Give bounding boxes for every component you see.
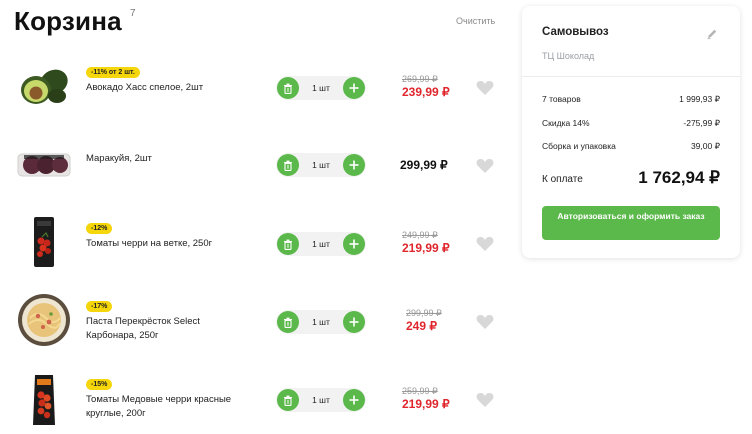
item-name[interactable]: Авокадо Хасс спелое, 2шт (86, 81, 246, 95)
cart-item: -12% Томаты черри на ветке, 250г 1 шт 24… (14, 208, 504, 278)
favorite-button[interactable] (476, 392, 494, 408)
heart-icon (476, 80, 494, 95)
plus-icon (349, 395, 359, 405)
heart-icon (476, 314, 494, 329)
divider (522, 76, 740, 77)
discount-badge: -11% от 2 шт. (86, 67, 140, 78)
item-name[interactable]: Маракуйя, 2шт (86, 152, 246, 166)
add-button[interactable] (343, 233, 365, 255)
total-label: К оплате (542, 174, 583, 185)
cart-item: -11% от 2 шт. Авокадо Хасс спелое, 2шт 1… (14, 52, 504, 122)
page-title: Корзина (14, 6, 122, 36)
favorite-button[interactable] (476, 236, 494, 252)
quantity-stepper: 1 шт (276, 232, 366, 256)
passion-fruit-image (16, 137, 72, 193)
quantity-value: 1 шт (312, 160, 330, 170)
avocado-image (16, 58, 72, 114)
pickup-store: ТЦ Шоколад (542, 51, 595, 61)
trash-icon (284, 239, 292, 250)
quantity-value: 1 шт (312, 239, 330, 249)
delivery-method-title: Самовывоз (542, 26, 609, 38)
checkout-button[interactable]: Авторизоваться и оформить заказ (542, 206, 720, 240)
summary-row-value: 1 999,93 ₽ (679, 94, 720, 104)
trash-icon (284, 83, 292, 94)
discount-badge: -17% (86, 301, 113, 312)
item-name[interactable]: Паста Перекрёсток Select Карбонара, 250г (86, 315, 246, 343)
favorite-button[interactable] (476, 80, 494, 96)
remove-button[interactable] (277, 311, 299, 333)
old-price: 259,99 ₽ (402, 386, 438, 396)
price: 299,99 ₽ (400, 158, 448, 172)
trash-icon (284, 395, 292, 406)
total-amount: 1 762,94 ₽ (638, 168, 720, 187)
remove-button[interactable] (277, 154, 299, 176)
remove-button[interactable] (277, 77, 299, 99)
discount-badge: -12% (86, 223, 113, 234)
summary-row-value: 39,00 ₽ (690, 141, 720, 151)
cart-header: Корзина 7 (14, 6, 136, 42)
plus-icon (349, 160, 359, 170)
quantity-stepper: 1 шт (276, 76, 366, 100)
remove-button[interactable] (277, 233, 299, 255)
item-name[interactable]: Томаты черри на ветке, 250г (86, 237, 246, 251)
trash-icon (284, 317, 292, 328)
pencil-icon (707, 29, 717, 40)
edit-delivery-button[interactable] (706, 27, 718, 40)
quantity-value: 1 шт (312, 395, 330, 405)
quantity-value: 1 шт (312, 317, 330, 327)
plus-icon (349, 317, 359, 327)
cherry-tomatoes-pack-image (16, 214, 72, 270)
favorite-button[interactable] (476, 314, 494, 330)
sale-price: 249 ₽ (406, 319, 437, 333)
sale-price: 219,99 ₽ (402, 241, 450, 255)
quantity-stepper: 1 шт (276, 388, 366, 412)
trash-icon (284, 160, 292, 171)
old-price: 299,99 ₽ (406, 308, 442, 318)
remove-button[interactable] (277, 389, 299, 411)
item-name[interactable]: Томаты Медовые черри красные круглые, 20… (86, 393, 246, 421)
summary-row-label: Скидка 14% (542, 118, 590, 128)
quantity-value: 1 шт (312, 83, 330, 93)
discount-badge: -15% (86, 379, 113, 390)
clear-cart-link[interactable]: Очистить (456, 16, 495, 26)
honey-cherry-tomatoes-image (16, 372, 72, 428)
plus-icon (349, 83, 359, 93)
cart-item: -17% Паста Перекрёсток Select Карбонара,… (14, 286, 504, 356)
cart-item: Маракуйя, 2шт 1 шт 299,99 ₽ (14, 130, 504, 200)
heart-icon (476, 158, 494, 173)
favorite-button[interactable] (476, 158, 494, 174)
pasta-carbonara-image (16, 292, 72, 348)
old-price: 269,99 ₽ (402, 74, 438, 84)
heart-icon (476, 392, 494, 407)
summary-row-label: Сборка и упаковка (542, 141, 616, 151)
add-button[interactable] (343, 311, 365, 333)
order-summary: Самовывоз ТЦ Шоколад 7 товаров 1 999,93 … (522, 6, 740, 258)
summary-row-label: 7 товаров (542, 94, 581, 104)
add-button[interactable] (343, 154, 365, 176)
add-button[interactable] (343, 77, 365, 99)
sale-price: 239,99 ₽ (402, 85, 450, 99)
heart-icon (476, 236, 494, 251)
plus-icon (349, 239, 359, 249)
cart-item: -15% Томаты Медовые черри красные круглы… (14, 364, 504, 434)
sale-price: 219,99 ₽ (402, 397, 450, 411)
old-price: 249,99 ₽ (402, 230, 438, 240)
quantity-stepper: 1 шт (276, 153, 366, 177)
add-button[interactable] (343, 389, 365, 411)
quantity-stepper: 1 шт (276, 310, 366, 334)
summary-row-value: -275,99 ₽ (683, 118, 720, 128)
cart-item-count: 7 (130, 8, 136, 19)
